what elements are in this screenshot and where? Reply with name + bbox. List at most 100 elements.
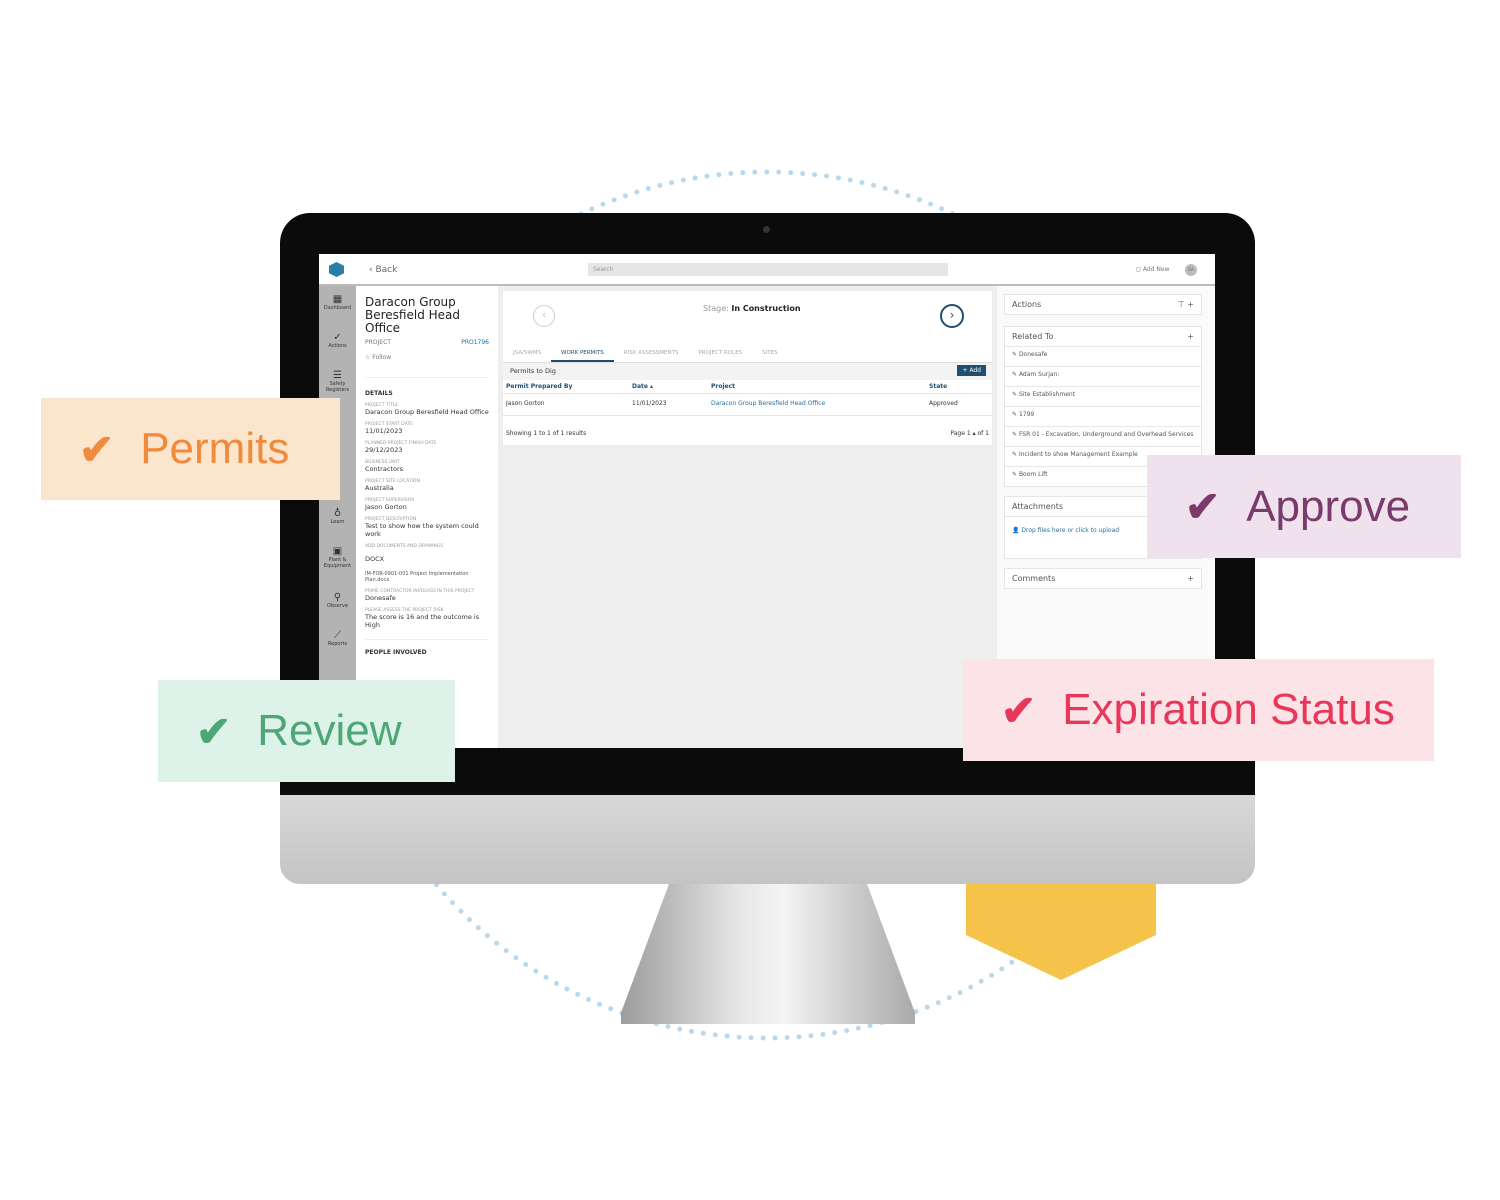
sidebar-item-observe[interactable]: ⚲ Observe [319, 592, 356, 609]
sidebar-item-reports[interactable]: ⟋ Reports [319, 630, 356, 647]
check-icon: ✔ [79, 425, 115, 473]
tab-bar: JSA/SWMS WORK PERMITS RISK ASSESSMENTS PROJ… [503, 347, 992, 363]
search-input[interactable]: Search [588, 263, 948, 276]
field-value: Contractors [365, 465, 403, 473]
link-icon: ✎ [1012, 411, 1019, 418]
column-header[interactable]: Date ▴ [632, 383, 653, 390]
prev-stage-button[interactable]: ‹ [533, 305, 555, 327]
field-label: Add Documents and Drawings [365, 544, 444, 549]
related-item[interactable]: ✎ 1799 [1005, 406, 1201, 426]
sidebar-item-actions[interactable]: ✓ Actions [319, 332, 356, 349]
column-header[interactable]: Project [711, 383, 735, 390]
tab-work-permits[interactable]: WORK PERMITS [551, 347, 614, 362]
tab-jsa-swms[interactable]: JSA/SWMS [503, 347, 551, 362]
field-value: Daracon Group Beresfield Head Office [365, 408, 489, 416]
approve-tag: ✔ Approve [1147, 455, 1461, 558]
monitor-chin [280, 795, 1255, 884]
sidebar-item-safety-registers[interactable]: ☰ Safety Registers [319, 370, 356, 393]
related-item[interactable]: ✎ Adam Surjan: [1005, 366, 1201, 386]
next-stage-button[interactable]: › [940, 304, 964, 328]
project-panel: Daracon Group Beresfield Head Office PROJ… [356, 286, 498, 748]
filter-add-icon[interactable]: ⊤ + [1178, 300, 1194, 309]
expiration-status-tag: ✔ Expiration Status [963, 659, 1434, 761]
permits-card: ‹ Stage: In Construction › JSA/SWMS WORK … [503, 291, 992, 445]
sidebar: ▦ Dashboard ✓ Actions ☰ Safety Registers ♁ L… [319, 286, 356, 748]
results-summary: Showing 1 to 1 of 1 results [506, 430, 587, 437]
related-item[interactable]: ✎ FSR 01 - Excavation, Underground and O… [1005, 426, 1201, 446]
project-type: PROJECT [365, 339, 391, 346]
actions-card[interactable]: Actions ⊤ + [1004, 294, 1202, 315]
avatar[interactable]: DA [1185, 264, 1197, 276]
link-icon: ✎ [1012, 431, 1019, 438]
column-header[interactable]: State [929, 383, 947, 390]
top-bar: ‹ Back Search ◻ Add New DA [319, 254, 1215, 286]
field-value: 11/01/2023 [365, 427, 403, 435]
table-cell: 11/01/2023 [632, 400, 667, 407]
people-heading: PEOPLE INVOLVED [365, 639, 489, 656]
details-fields: Project Title Daracon Group Beresfield He… [365, 403, 489, 629]
link-icon: ✎ [1012, 471, 1019, 478]
back-button[interactable]: ‹ Back [369, 265, 397, 275]
search-icon: ⚲ [333, 592, 342, 603]
field-value: 29/12/2023 [365, 446, 403, 454]
link-icon: ✎ [1012, 451, 1019, 458]
table-cell: Jason Gorton [506, 400, 545, 407]
add-button[interactable]: + Add [957, 365, 986, 376]
field-value: DOCX [365, 555, 385, 563]
column-header[interactable]: Permit Prepared By [506, 383, 572, 390]
permits-tag: ✔ Permits [41, 398, 340, 500]
equipment-icon: ▣ [332, 546, 343, 557]
camera [763, 226, 770, 233]
tab-sites[interactable]: SITES [752, 347, 787, 362]
sidebar-label: Actions [328, 343, 347, 349]
review-tag: ✔ Review [158, 680, 455, 782]
sliders-icon: ☰ [333, 370, 342, 381]
sidebar-item-dashboard[interactable]: ▦ Dashboard [319, 294, 356, 311]
dashboard-icon: ▦ [332, 294, 343, 305]
section-header: Permits to Dig + Add [503, 363, 992, 380]
field-value: Australia [365, 484, 394, 492]
project-id: PRO1796 [461, 339, 489, 346]
table-cell[interactable]: Daracon Group Beresfield Head Office [711, 400, 825, 407]
sidebar-label: Observe [327, 603, 348, 609]
check-icon: ✔ [196, 707, 232, 755]
project-title: Daracon Group Beresfield Head Office [365, 295, 461, 335]
app-logo[interactable] [329, 262, 344, 277]
check-icon: ✔ [1185, 483, 1221, 530]
link-icon: ✎ [1012, 371, 1019, 378]
section-title: Permits to Dig [510, 367, 556, 375]
add-icon[interactable]: + [1187, 332, 1194, 341]
check-icon: ✔ [1001, 686, 1037, 734]
sidebar-label: Dashboard [323, 305, 352, 311]
sidebar-label: Reports [327, 641, 348, 647]
tab-risk-assessments[interactable]: RISK ASSESSMENTS [614, 347, 689, 362]
check-icon: ✓ [333, 332, 342, 343]
field-value: Donesafe [365, 594, 396, 602]
lightbulb-icon: ♁ [333, 508, 342, 519]
link-icon: ✎ [1012, 391, 1019, 398]
follow-button[interactable]: ☆ Follow [365, 354, 489, 361]
table-cell: Approved [929, 400, 958, 407]
field-value: Jason Gorton [365, 503, 407, 511]
add-new-label: Add New [1142, 266, 1170, 273]
related-item[interactable]: ✎ Donesafe [1005, 346, 1201, 366]
details-heading: DETAILS [365, 377, 489, 397]
sidebar-item-plant[interactable]: ▣ Plant & Equipment [319, 546, 356, 569]
sidebar-label: Learn [330, 519, 345, 525]
related-item[interactable]: ✎ Site Establishment [1005, 386, 1201, 406]
link-icon: ✎ [1012, 351, 1019, 358]
table-header: Permit Prepared By Date ▴ Project State [503, 380, 992, 394]
stage-indicator: Stage: In Construction [703, 304, 801, 313]
comments-card[interactable]: Comments + [1004, 568, 1202, 589]
tab-project-roles[interactable]: PROJECT ROLES [688, 347, 752, 362]
sidebar-item-learn[interactable]: ♁ Learn [319, 508, 356, 525]
field-value: Test to show how the system could work [365, 522, 479, 538]
table-row[interactable]: Jason Gorton 11/01/2023 Daracon Group Bere… [503, 394, 992, 416]
permits-table: Permit Prepared By Date ▴ Project State Jaso… [503, 380, 992, 416]
pagination[interactable]: Page 1 ▴ of 1 [950, 430, 989, 437]
sidebar-label: Plant & Equipment [323, 557, 352, 569]
add-icon[interactable]: + [1187, 574, 1194, 583]
add-new-button[interactable]: ◻ Add New [1136, 266, 1170, 273]
chart-icon: ⟋ [334, 630, 341, 641]
sidebar-label: Safety Registers [325, 381, 350, 393]
